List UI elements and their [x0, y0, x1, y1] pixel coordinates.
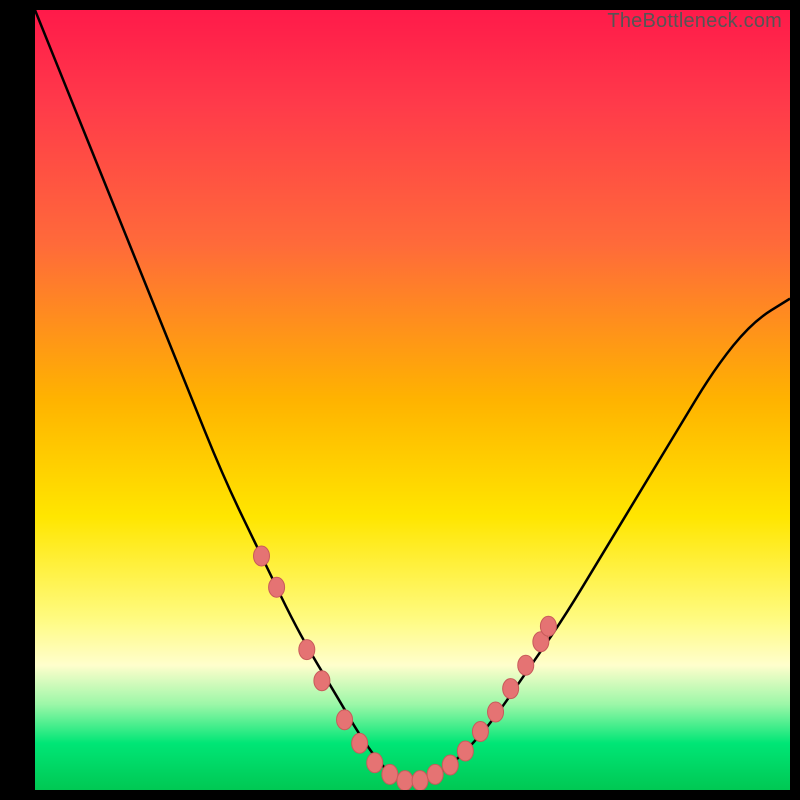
data-marker	[518, 655, 534, 675]
data-marker	[352, 733, 368, 753]
data-marker	[503, 679, 519, 699]
data-marker	[269, 577, 285, 597]
data-marker	[457, 741, 473, 761]
chart-container: TheBottleneck.com	[0, 0, 800, 800]
data-marker	[337, 710, 353, 730]
data-marker	[397, 771, 413, 790]
data-marker	[472, 722, 488, 742]
data-marker	[254, 546, 270, 566]
data-marker	[314, 671, 330, 691]
bottleneck-curve	[35, 10, 790, 790]
data-marker	[427, 764, 443, 784]
data-marker	[442, 755, 458, 775]
data-marker	[367, 753, 383, 773]
data-marker	[412, 771, 428, 790]
data-marker	[540, 616, 556, 636]
data-marker	[382, 764, 398, 784]
data-marker	[299, 640, 315, 660]
plot-area: TheBottleneck.com	[35, 10, 790, 790]
data-marker	[488, 702, 504, 722]
watermark-label: TheBottleneck.com	[607, 10, 782, 33]
